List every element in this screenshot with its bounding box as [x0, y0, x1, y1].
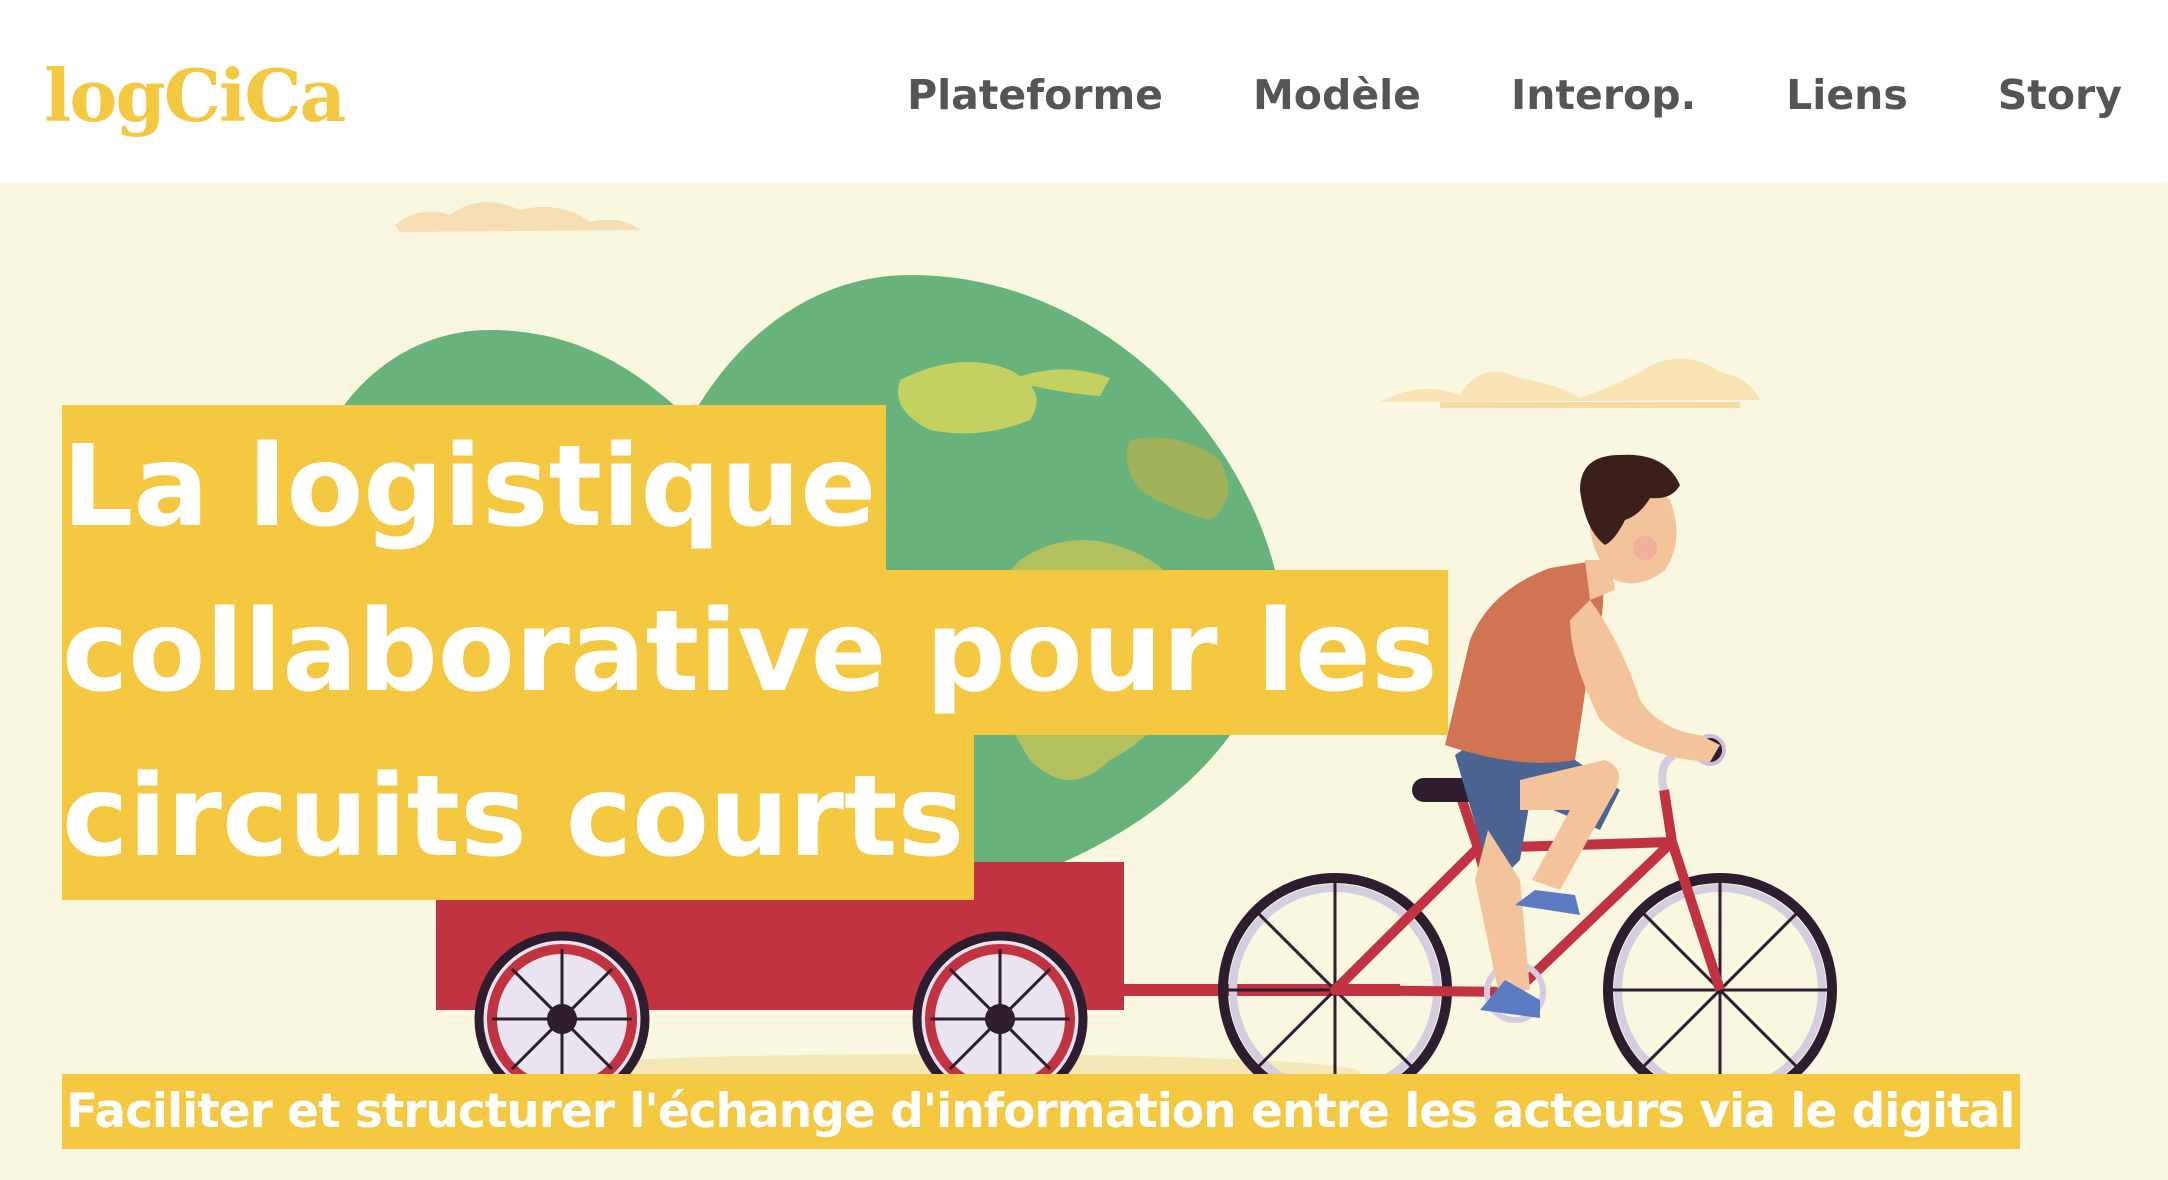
nav-item-plateforme[interactable]: Plateforme — [907, 62, 1163, 128]
nav-item-liens[interactable]: Liens — [1786, 62, 1908, 128]
nav-item-interop[interactable]: Interop. — [1511, 62, 1696, 128]
nav-item-modele[interactable]: Modèle — [1253, 62, 1421, 128]
hero-subtitle: Faciliter et structurer l'échange d'info… — [62, 1074, 2021, 1149]
nav-item-story[interactable]: Story — [1998, 62, 2122, 128]
main-nav: Plateforme Modèle Interop. Liens Story — [907, 62, 2122, 128]
cloud-icon — [395, 202, 640, 232]
hero-title: La logistique collaborative pour les cir… — [62, 405, 1448, 900]
cloud-icon — [1380, 358, 1760, 408]
hero-title-line: circuits courts — [62, 735, 975, 900]
site-header: logCiCa Plateforme Modèle Interop. Liens… — [0, 0, 2168, 183]
hero-title-line: La logistique — [62, 405, 887, 570]
site-logo[interactable]: logCiCa — [44, 48, 346, 144]
hero-title-line: collaborative pour les — [62, 570, 1448, 735]
hero-section: La logistique collaborative pour les cir… — [0, 183, 2168, 1180]
